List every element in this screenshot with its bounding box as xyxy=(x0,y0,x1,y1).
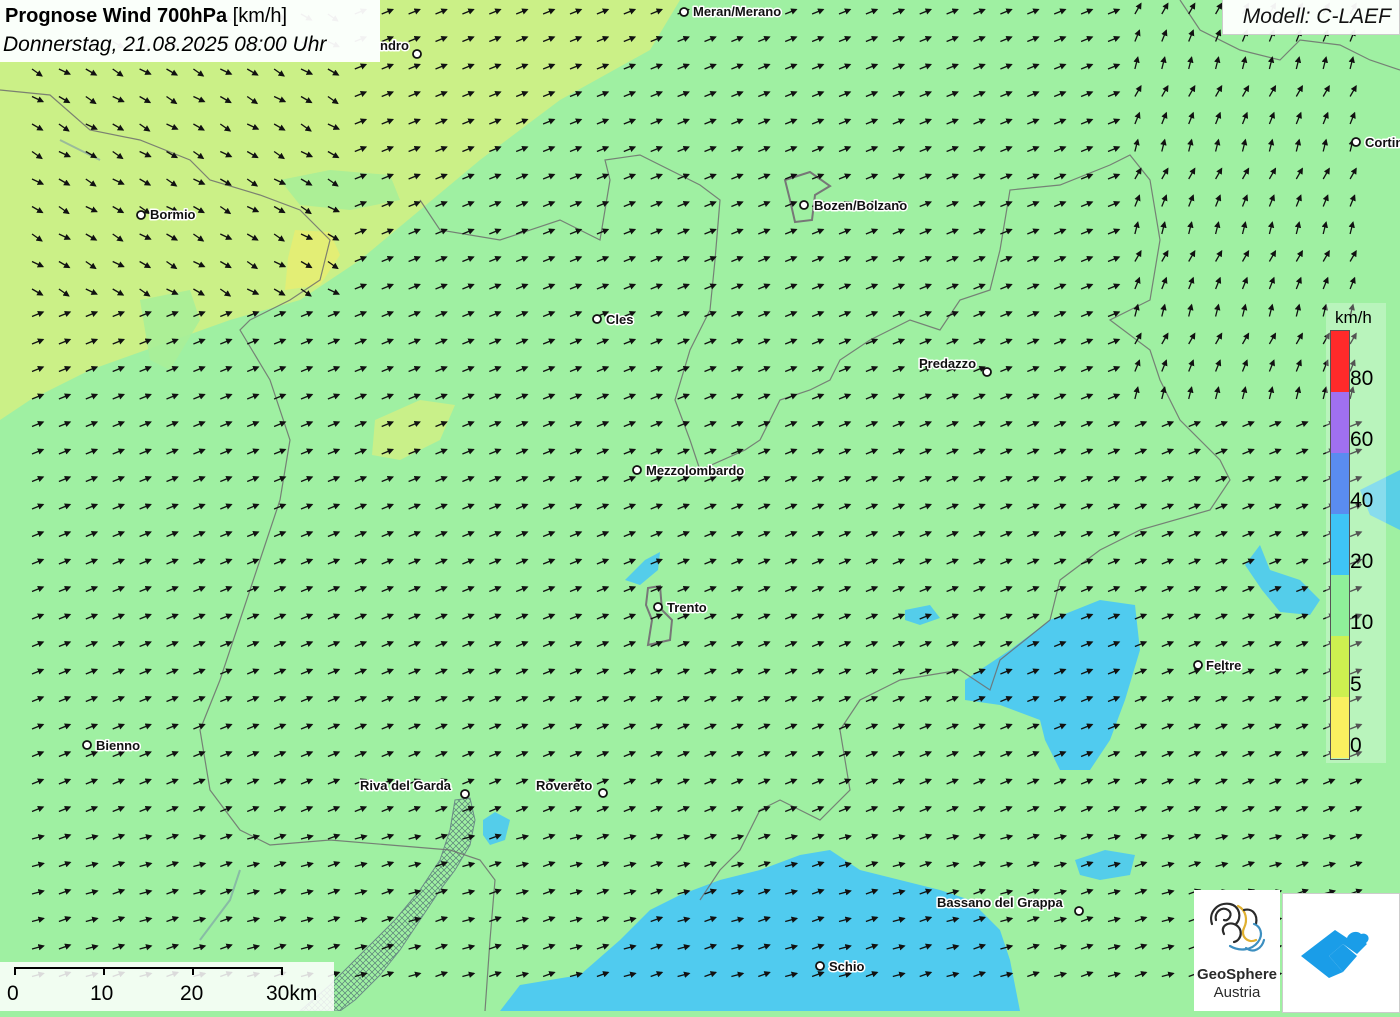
forecast-datetime: Donnerstag, 21.08.2025 08:00 Uhr xyxy=(3,33,327,56)
city-marker-feltre[interactable] xyxy=(1193,660,1203,670)
geosphere-country: Austria xyxy=(1213,984,1261,1001)
city-label-bassano: Bassano del Grappa xyxy=(937,895,1063,910)
city-marker-bormio[interactable] xyxy=(136,210,146,220)
scale-tick xyxy=(281,967,283,975)
city-marker-mezzolombardo[interactable] xyxy=(632,465,642,475)
legend-value-5: 5 xyxy=(1350,673,1362,696)
city-label-schio: Schio xyxy=(829,959,864,974)
legend-swatch xyxy=(1331,636,1349,697)
warning-app-logo[interactable] xyxy=(1282,893,1400,1013)
model-panel: Modell: C-LAEF xyxy=(1222,0,1400,35)
wind-map[interactable]: Meran/Merano ndro Bormio Bozen/Bolzano C… xyxy=(0,0,1400,1011)
scale-tick xyxy=(14,967,16,975)
city-label-trento: Trento xyxy=(667,600,707,615)
city-marker-cortina[interactable] xyxy=(1351,137,1361,147)
city-marker-riva[interactable] xyxy=(460,789,470,799)
legend: km/h 80 60 40 20 10 5 0 xyxy=(1326,303,1386,763)
legend-value-20: 20 xyxy=(1350,550,1374,573)
city-marker-sondrio[interactable] xyxy=(412,49,422,59)
legend-swatch xyxy=(1331,514,1349,575)
city-marker-rovereto[interactable] xyxy=(598,788,608,798)
legend-swatch xyxy=(1331,453,1349,514)
geosphere-logo[interactable]: GeoSphere Austria xyxy=(1194,890,1280,1011)
city-label-bolzano: Bozen/Bolzano xyxy=(814,198,907,213)
city-label-bormio: Bormio xyxy=(150,207,196,222)
city-label-mezzolombardo: Mezzolombardo xyxy=(646,463,744,478)
city-label-riva: Riva del Garda xyxy=(360,778,452,793)
geosphere-logo-icon xyxy=(1210,902,1266,952)
legend-swatch xyxy=(1331,392,1349,453)
legend-colorbar xyxy=(1330,330,1350,760)
map-title: Prognose Wind 700hPa [km/h] xyxy=(5,5,287,28)
city-marker-bolzano[interactable] xyxy=(799,200,809,210)
city-marker-trento[interactable] xyxy=(653,602,663,612)
city-label-cortina: Cortina xyxy=(1365,135,1400,150)
geosphere-name: GeoSphere xyxy=(1196,966,1278,983)
city-marker-meran[interactable] xyxy=(679,7,689,17)
legend-swatch xyxy=(1331,331,1349,392)
city-marker-bienno[interactable] xyxy=(82,740,92,750)
city-label-bienno: Bienno xyxy=(96,738,140,753)
city-label-sondrio: ndro xyxy=(380,38,409,53)
legend-value-0: 0 xyxy=(1350,734,1362,757)
city-marker-cles[interactable] xyxy=(592,314,602,324)
scale-line xyxy=(14,967,282,969)
title-bold: Prognose Wind 700hPa xyxy=(5,5,228,27)
legend-unit: km/h xyxy=(1335,308,1372,327)
scale-label-20: 20 xyxy=(180,982,204,1005)
city-label-predazzo: Predazzo xyxy=(919,356,976,371)
scale-label-0: 0 xyxy=(7,982,19,1005)
city-marker-schio[interactable] xyxy=(815,961,825,971)
city-marker-predazzo[interactable] xyxy=(982,367,992,377)
title-panel: Prognose Wind 700hPa [km/h] Donnerstag, … xyxy=(0,0,380,62)
scale-label-30: 30km xyxy=(266,982,318,1005)
city-label-feltre: Feltre xyxy=(1206,658,1241,673)
title-unit: [km/h] xyxy=(232,5,288,27)
scale-bar: 0 10 20 30km xyxy=(0,962,334,1011)
legend-value-10: 10 xyxy=(1350,611,1374,634)
city-marker-bassano[interactable] xyxy=(1074,906,1084,916)
scale-tick xyxy=(192,967,194,975)
legend-value-60: 60 xyxy=(1350,428,1374,451)
scale-tick xyxy=(103,967,105,975)
city-label-meran: Meran/Merano xyxy=(693,4,781,19)
legend-value-80: 80 xyxy=(1350,367,1374,390)
scale-label-10: 10 xyxy=(90,982,114,1005)
model-label: Modell: C-LAEF xyxy=(1242,5,1391,28)
legend-value-40: 40 xyxy=(1350,489,1374,512)
blue-mountain-logo-icon xyxy=(1301,930,1369,978)
city-label-cles: Cles xyxy=(606,312,633,327)
legend-swatch xyxy=(1331,575,1349,636)
city-label-rovereto: Rovereto xyxy=(536,778,592,793)
legend-swatch xyxy=(1331,697,1349,758)
